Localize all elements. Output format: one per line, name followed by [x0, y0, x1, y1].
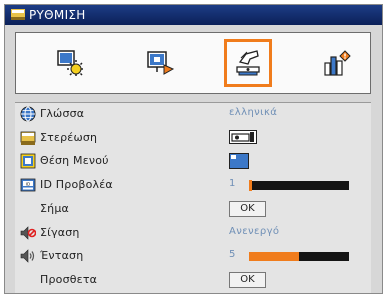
setup-settings-icon — [236, 50, 260, 76]
setup-settings-tab[interactable] — [224, 39, 272, 87]
menu-category-toolbar — [15, 32, 371, 94]
projector-id-value: 1 — [229, 178, 236, 189]
projection-label: Στερέωση — [40, 131, 98, 144]
menu-row-menu-position[interactable]: Θέση Μενού — [15, 150, 371, 172]
title-bar: ΡΥΘΜΙΣΗ — [5, 5, 382, 25]
menu-row-projection[interactable]: Στερέωση — [15, 127, 371, 149]
projector-id-slider-thumb[interactable] — [249, 180, 252, 191]
menu-row-projector-id[interactable]: ID ID Προβολέα 1 — [15, 174, 371, 196]
globe-icon — [20, 106, 36, 122]
svg-text:ID: ID — [26, 181, 31, 186]
mute-value[interactable]: Ανενεργό — [229, 226, 279, 237]
menu-row-mute[interactable]: Σίγαση Ανενεργό — [15, 222, 371, 244]
options-settings-icon — [324, 50, 351, 76]
menu-position-icon — [20, 153, 36, 169]
speaker-icon — [20, 249, 35, 263]
page-title: ΡΥΘΜΙΣΗ — [29, 8, 86, 22]
display-settings-icon — [147, 51, 174, 75]
image-settings-icon — [57, 50, 83, 76]
volume-slider[interactable] — [249, 252, 349, 261]
advanced-label: Προσθετα — [40, 273, 98, 286]
settings-list: Γλώσσα ελληνικά Στερέωση Θέση Μενού ID I… — [15, 103, 371, 293]
projector-icon — [11, 9, 25, 20]
menu-row-language[interactable]: Γλώσσα ελληνικά — [15, 103, 371, 125]
options-settings-tab[interactable] — [313, 39, 361, 87]
signal-ok-button[interactable]: OK — [229, 201, 266, 217]
language-value[interactable]: ελληνικά — [229, 107, 277, 118]
menu-row-advanced[interactable]: Προσθετα OK — [15, 269, 371, 291]
menu-position-topleft-icon[interactable] — [229, 153, 249, 169]
menu-position-label: Θέση Μενού — [40, 154, 109, 167]
language-label: Γλώσσα — [40, 107, 85, 120]
advanced-ok-button[interactable]: OK — [229, 272, 266, 288]
signal-label: Σήμα — [40, 202, 69, 215]
menu-row-signal[interactable]: Σήμα OK — [15, 198, 371, 220]
display-settings-tab[interactable] — [136, 39, 184, 87]
projector-id-slider[interactable] — [249, 180, 349, 191]
id-icon: ID — [20, 178, 36, 192]
mute-label: Σίγαση — [40, 226, 80, 239]
mute-icon — [20, 226, 36, 240]
front-desktop-projection-icon[interactable] — [229, 130, 257, 144]
volume-value: 5 — [229, 249, 236, 260]
settings-window: ΡΥΘΜΙΣΗ Γλώσσα ελληνικά Στερέωση Θέση Με… — [4, 4, 383, 294]
volume-label: Ένταση — [40, 249, 84, 262]
image-settings-tab[interactable] — [46, 39, 94, 87]
projector-id-label: ID Προβολέα — [40, 178, 113, 191]
projector-icon — [20, 131, 36, 145]
menu-row-volume[interactable]: Ένταση 5 — [15, 245, 371, 267]
volume-slider-fill — [249, 252, 299, 261]
